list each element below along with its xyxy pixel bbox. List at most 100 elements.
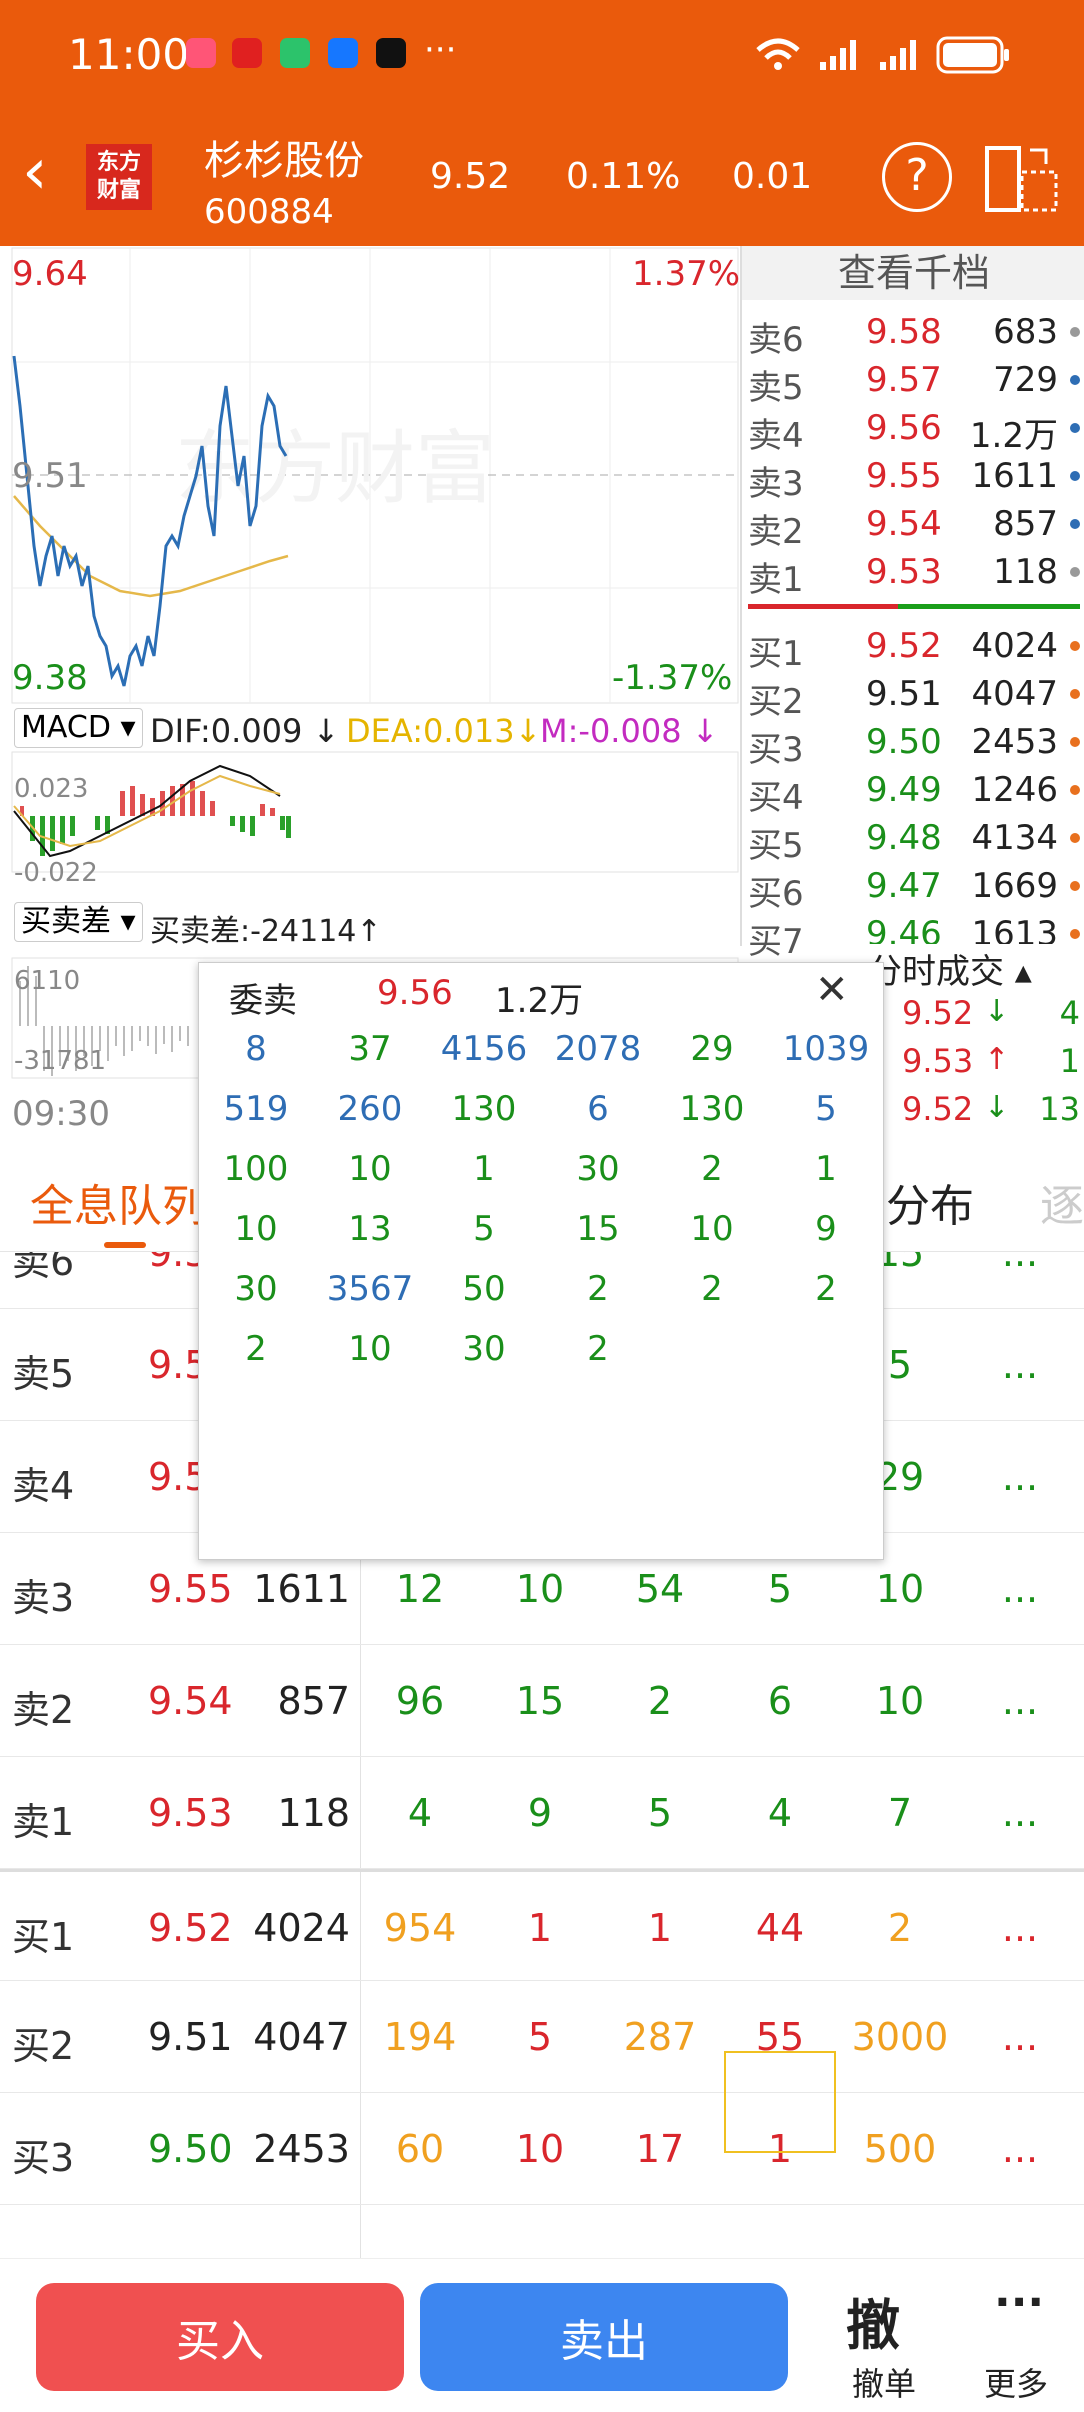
row-price: 9.53 — [148, 1791, 233, 1835]
row-more-button[interactable]: ... — [1000, 2127, 1040, 2171]
popup-queue-cell: 130 — [679, 1089, 745, 1129]
queue-cell[interactable]: 194 — [360, 2015, 480, 2059]
row-more-button[interactable]: ... — [1000, 1679, 1040, 1723]
queue-cell[interactable]: 15 — [480, 1679, 600, 1723]
more-icon[interactable]: ··· — [994, 2277, 1044, 2328]
queue-cell[interactable]: 6 — [720, 1679, 840, 1723]
table-row[interactable]: 卖1 9.53 118 4 9 5 4 7... — [0, 1757, 1084, 1869]
row-more-button[interactable]: ... — [1000, 1791, 1040, 1835]
popup-queue-cell: 2 — [815, 1269, 837, 1309]
queue-cell[interactable]: 5 — [480, 2015, 600, 2059]
ask-price: 9.54 — [866, 504, 942, 544]
stock-price: 9.52 — [430, 156, 511, 197]
queue-cell[interactable]: 9 — [480, 1791, 600, 1835]
queue-cell[interactable]: 60 — [360, 2127, 480, 2171]
queue-cell[interactable]: 10 — [480, 2127, 600, 2171]
queue-cell[interactable]: 44 — [720, 1906, 840, 1950]
queue-cell[interactable]: 96 — [360, 1679, 480, 1723]
orderbook-ask-row[interactable]: 卖1 9.53 118 — [742, 548, 1084, 600]
popup-queue-cell: 2 — [587, 1269, 609, 1309]
orderbook-bid-row[interactable]: 买4 9.49 1246 — [742, 766, 1084, 818]
popup-queue-cell: 2 — [701, 1149, 723, 1189]
queue-cell[interactable]: 2 — [600, 1679, 720, 1723]
table-row[interactable]: 卖2 9.54 857 96 15 2 6 10... — [0, 1645, 1084, 1757]
popup-queue-cell: 10 — [348, 1329, 392, 1369]
row-more-button[interactable]: ... — [1000, 1343, 1040, 1387]
orderbook-bid-row[interactable]: 买6 9.47 1669 — [742, 862, 1084, 914]
popup-queue-cell: 519 — [223, 1089, 289, 1129]
queue-cell[interactable]: 5 — [600, 1791, 720, 1835]
spread-selector[interactable]: 买卖差 ▾ — [14, 902, 143, 942]
row-more-button[interactable]: ... — [1000, 1252, 1040, 1275]
queue-cell[interactable]: 1 — [480, 1906, 600, 1950]
ask-price: 9.55 — [866, 456, 942, 496]
ask-volume: 1.2万 — [969, 416, 1058, 456]
queue-cell[interactable]: 17 — [600, 2127, 720, 2171]
ask-label: 卖2 — [748, 512, 804, 552]
queue-cell[interactable]: 7 — [840, 1791, 960, 1835]
back-button[interactable]: ‹ — [22, 140, 48, 204]
row-label: 买3 — [12, 2136, 75, 2180]
macd-selector[interactable]: MACD ▾ — [14, 708, 143, 748]
landscape-toggle-icon[interactable] — [984, 142, 1060, 216]
queue-cell[interactable]: 10 — [840, 1567, 960, 1611]
queue-cell[interactable]: 287 — [600, 2015, 720, 2059]
cancel-order-button[interactable]: 撤单 — [852, 2359, 916, 2405]
pct-high: 1.37% — [632, 254, 741, 294]
queue-cell[interactable]: 4 — [360, 1791, 480, 1835]
row-more-button[interactable]: ... — [1000, 2015, 1040, 2059]
watermark: 东方财富 — [175, 422, 495, 515]
queue-cell[interactable]: 10 — [480, 1567, 600, 1611]
tab-tick[interactable]: 逐 — [1040, 1170, 1084, 1234]
popup-queue-cell: 5 — [473, 1209, 495, 1249]
ask-label: 卖6 — [748, 320, 804, 360]
row-more-button[interactable]: ... — [1000, 1455, 1040, 1499]
time-trades[interactable]: 分时成交 ▴ 9.52 ↓ 4 9.53 ↑ 1 9.52 ↓ 13 — [858, 944, 1084, 1140]
orderbook-ask-row[interactable]: 卖5 9.57 729 — [742, 356, 1084, 408]
orderbook-ask-row[interactable]: 卖3 9.55 1611 — [742, 452, 1084, 504]
bid-label: 买7 — [748, 922, 804, 962]
sell-button[interactable]: 卖出 — [420, 2283, 788, 2391]
view-1000-levels-button[interactable]: 查看千档 — [742, 246, 1084, 300]
row-more-button[interactable]: ... — [1000, 1906, 1040, 1950]
orderbook-ask-row[interactable]: 卖4 9.56 1.2万 — [742, 404, 1084, 456]
table-row[interactable]: 买3 9.50 2453 60 10 17 1 500... — [0, 2093, 1084, 2205]
queue-cell[interactable]: 2 — [840, 1906, 960, 1950]
buy-button[interactable]: 买入 — [36, 2283, 404, 2391]
popup-queue-cell: 1039 — [782, 1029, 870, 1069]
spread-bottom: -31781 — [14, 1046, 107, 1076]
table-row[interactable]: 买1 9.52 4024 954 1 1 44 2... — [0, 1869, 1084, 1981]
popup-queue-cell: 10 — [348, 1149, 392, 1189]
row-label: 买1 — [12, 1915, 75, 1959]
close-icon[interactable]: ✕ — [815, 967, 849, 1013]
orderbook-bid-row[interactable]: 买5 9.48 4134 — [742, 814, 1084, 866]
orderbook-ask-row[interactable]: 卖6 9.58 683 — [742, 308, 1084, 360]
orderbook-bid-row[interactable]: 买3 9.50 2453 — [742, 718, 1084, 770]
table-row[interactable]: 买2 9.51 4047 194 5 287 55 3000... — [0, 1981, 1084, 2093]
popup-queue-cell: 2 — [587, 1329, 609, 1369]
queue-cell[interactable]: 12 — [360, 1567, 480, 1611]
queue-cell[interactable]: 3000 — [840, 2015, 960, 2059]
cancel-icon[interactable]: 撤 — [846, 2281, 900, 2360]
row-more-button[interactable]: ... — [1000, 1567, 1040, 1611]
queue-cell[interactable]: 4 — [720, 1791, 840, 1835]
row-label: 卖4 — [12, 1464, 75, 1508]
queue-cell[interactable]: 10 — [840, 1679, 960, 1723]
macd-selector-label: MACD — [21, 710, 111, 745]
orderbook-bid-row[interactable]: 买1 9.52 4024 — [742, 622, 1084, 674]
queue-cell[interactable]: 954 — [360, 1906, 480, 1950]
tab-distribution[interactable]: 分布 — [886, 1170, 974, 1234]
help-button[interactable]: ? — [882, 142, 952, 212]
orderbook-ask-row[interactable]: 卖2 9.54 857 — [742, 500, 1084, 552]
queue-cell[interactable]: 1 — [600, 1906, 720, 1950]
row-volume: 4047 — [253, 2015, 350, 2059]
row-price: 9.55 — [148, 1567, 233, 1611]
queue-cell[interactable]: 54 — [600, 1567, 720, 1611]
tab-full-queue[interactable]: 全息队列 — [30, 1170, 206, 1234]
macd-dea-value: DEA:0.013 — [346, 712, 515, 750]
more-button[interactable]: 更多 — [984, 2359, 1048, 2405]
queue-cell[interactable]: 5 — [720, 1567, 840, 1611]
macd-m: M:-0.008 ↓ — [540, 712, 719, 750]
queue-cell[interactable]: 500 — [840, 2127, 960, 2171]
orderbook-bid-row[interactable]: 买2 9.51 4047 — [742, 670, 1084, 722]
